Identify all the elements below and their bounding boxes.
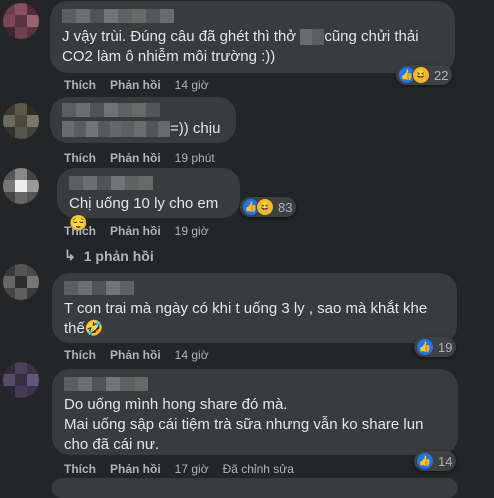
blurred-word [62, 121, 170, 138]
blurred-author-name [64, 281, 445, 295]
avatar[interactable] [3, 264, 39, 300]
like-button[interactable]: Thích [64, 348, 96, 362]
reply-button[interactable]: Phản hồi [110, 151, 161, 165]
replies-count-label: 1 phản hồi [83, 247, 154, 264]
comment-text: T con trai mà ngày có khi t uống 3 ly , … [64, 300, 428, 337]
comment-bubble: J vậy trùi. Đúng câu đã ghét thì thở cũn… [50, 1, 455, 73]
timestamp[interactable]: 17 giờ [175, 462, 209, 476]
like-button[interactable]: Thích [64, 151, 96, 165]
like-icon: 👍 [416, 452, 434, 470]
blurred-author-name [62, 103, 224, 117]
timestamp[interactable]: 14 giờ [175, 78, 209, 92]
blurred-word [300, 29, 325, 46]
timestamp[interactable]: 14 giờ [175, 348, 209, 362]
reaction-count: 14 [438, 453, 453, 469]
like-button[interactable]: Thích [64, 78, 96, 92]
reaction-summary[interactable]: 👍 14 [414, 451, 457, 471]
avatar[interactable] [3, 168, 39, 204]
reaction-count: 22 [434, 67, 449, 83]
blurred-author-name [62, 9, 443, 23]
haha-icon: 😆 [256, 198, 274, 216]
avatar[interactable] [3, 103, 39, 139]
reaction-summary[interactable]: 👍 19 [414, 337, 457, 357]
haha-icon: 😆 [412, 66, 430, 84]
comment-bubble-partial [52, 478, 458, 498]
comment-text: =)) chịu [62, 119, 224, 139]
edited-label[interactable]: Đã chỉnh sửa [223, 462, 294, 476]
blurred-author-name [64, 377, 446, 391]
like-icon: 👍 [416, 338, 434, 356]
timestamp[interactable]: 19 phút [175, 151, 215, 165]
reply-button[interactable]: Phản hồi [110, 224, 161, 238]
reaction-summary[interactable]: 👍 😆 83 [240, 197, 297, 217]
reaction-summary[interactable]: 👍 😆 22 [396, 65, 453, 85]
view-replies-link[interactable]: ↳ 1 phản hồi [64, 247, 154, 264]
comment-bubble: Chị uống 10 ly cho em 😌 [57, 168, 240, 232]
reaction-count: 83 [278, 199, 293, 215]
reply-button[interactable]: Phản hồi [110, 462, 161, 476]
comment-text: Do uống mình hong share đó mà. Mai uống … [64, 396, 424, 453]
reaction-count: 19 [438, 339, 453, 355]
reply-arrow-icon: ↳ [64, 247, 76, 263]
comment-bubble: Do uống mình hong share đó mà. Mai uống … [52, 369, 458, 455]
blurred-author-name [69, 176, 228, 190]
comment-bubble: T con trai mà ngày có khi t uống 3 ly , … [52, 273, 457, 343]
comment-text: J vậy trùi. Đúng câu đã ghét thì thở cũn… [62, 28, 419, 65]
avatar[interactable] [3, 3, 39, 39]
like-button[interactable]: Thích [64, 462, 96, 476]
like-button[interactable]: Thích [64, 224, 96, 238]
timestamp[interactable]: 19 giờ [175, 224, 209, 238]
avatar[interactable] [3, 362, 39, 398]
reply-button[interactable]: Phản hồi [110, 78, 161, 92]
reply-button[interactable]: Phản hồi [110, 348, 161, 362]
comment-bubble: =)) chịu [50, 97, 236, 143]
